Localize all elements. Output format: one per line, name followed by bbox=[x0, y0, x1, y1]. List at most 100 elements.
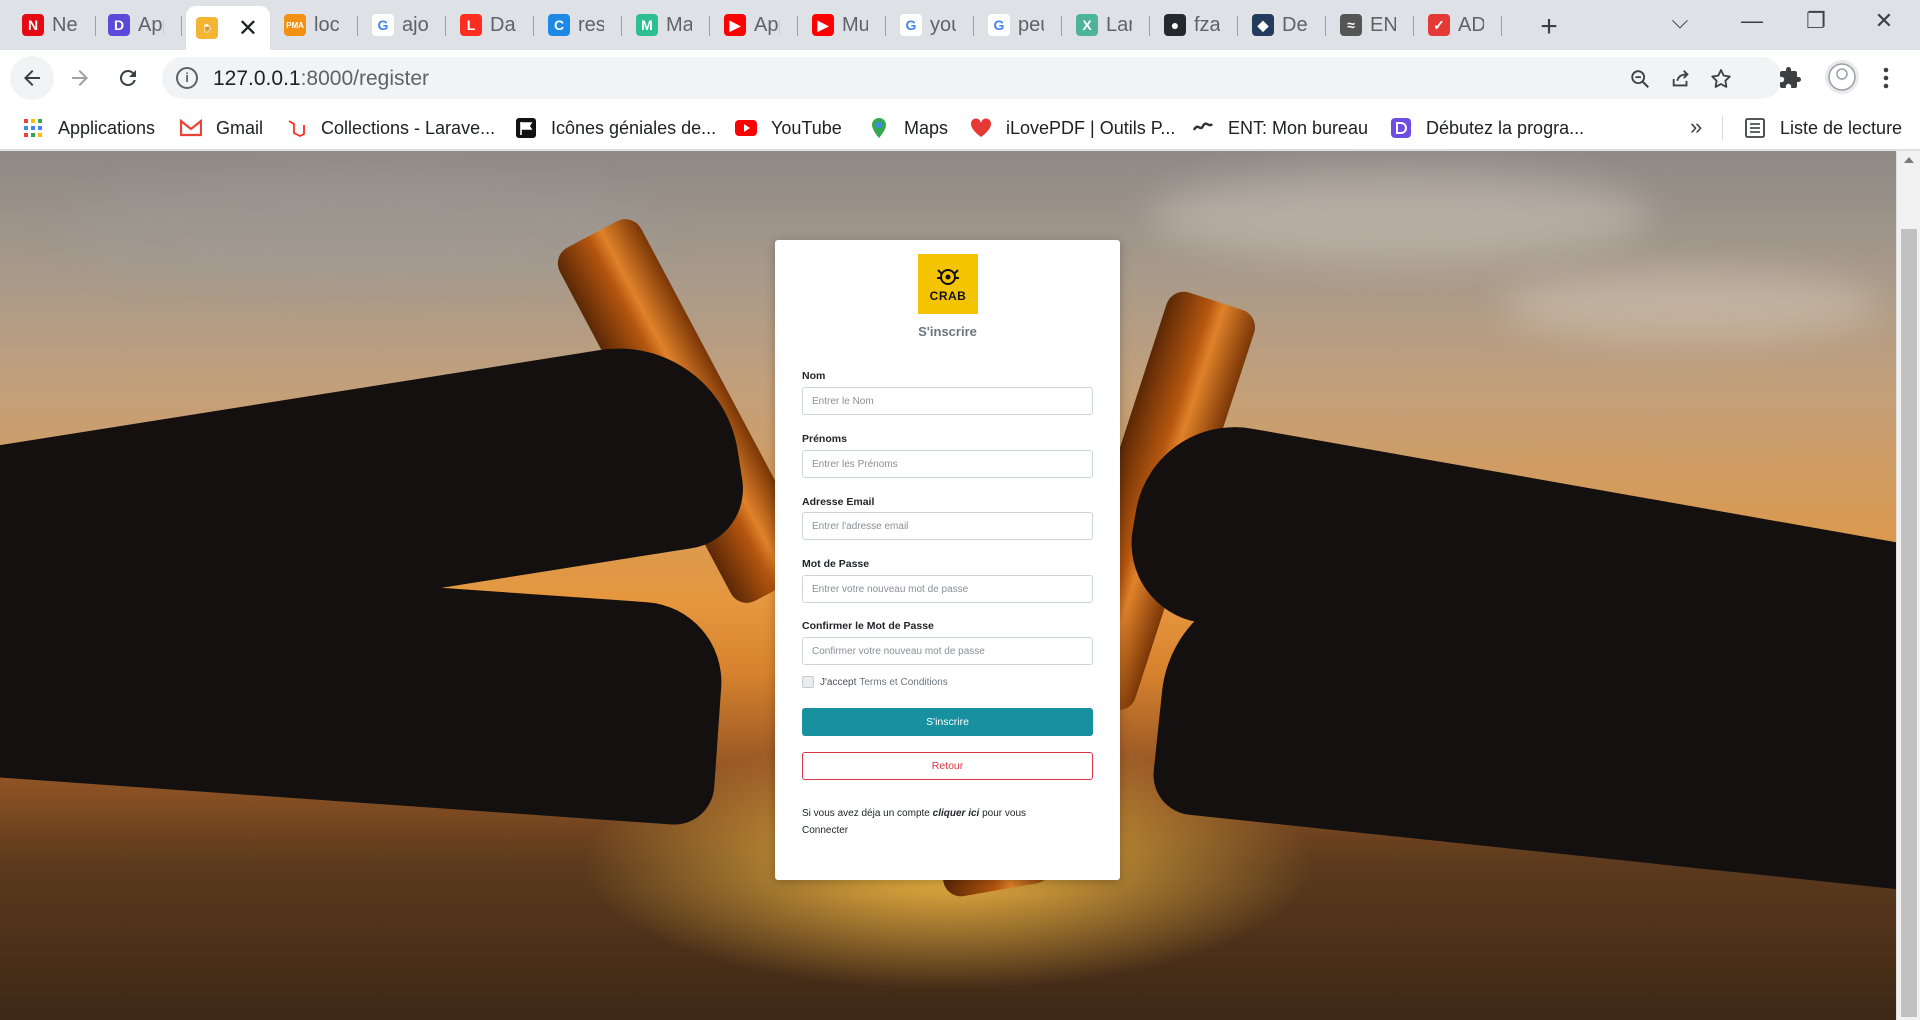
zoom-icon[interactable] bbox=[1627, 66, 1653, 92]
reading-list-icon bbox=[1744, 117, 1766, 139]
profile-avatar-icon[interactable] bbox=[1825, 60, 1859, 94]
nom-input[interactable] bbox=[802, 387, 1093, 415]
bookmark-star-icon[interactable] bbox=[1708, 66, 1734, 92]
bookmarks-divider bbox=[1722, 116, 1723, 140]
browser-tab[interactable]: N Netflix bbox=[12, 8, 96, 42]
bookmark-item[interactable]: iLovePDF | Outils P... bbox=[970, 115, 1175, 141]
browser-tab[interactable]: D Applications bbox=[98, 8, 182, 42]
tab-title: Database bbox=[490, 13, 516, 36]
site-info-icon[interactable]: i bbox=[176, 67, 198, 89]
browser-tab[interactable]: X Laravel bbox=[1066, 8, 1150, 42]
back-link-button[interactable]: Retour bbox=[802, 752, 1093, 780]
bookmark-item[interactable]: Débutez la progra... bbox=[1390, 115, 1584, 141]
login-link[interactable]: cliquer ici bbox=[933, 808, 980, 819]
bookmark-item[interactable]: Collections - Larave... bbox=[285, 115, 495, 141]
confirm-password-input[interactable] bbox=[802, 637, 1093, 665]
browser-tab[interactable]: ▶ App bbox=[714, 8, 798, 42]
bookmark-item[interactable]: Gmail bbox=[180, 115, 263, 141]
tab-separator bbox=[357, 16, 358, 36]
bookmark-label: Icônes géniales de... bbox=[551, 117, 717, 138]
tab-search-chevron-icon[interactable]: ⌵ bbox=[1660, 8, 1700, 34]
reload-icon bbox=[119, 69, 136, 86]
bookmark-label: YouTube bbox=[771, 117, 842, 138]
d-app-icon: D bbox=[108, 14, 130, 36]
tab-title: ADE bbox=[1458, 13, 1484, 36]
browser-tab[interactable]: Cresources bbox=[538, 8, 622, 42]
ilovepdf-heart-icon bbox=[970, 117, 992, 139]
tab-separator bbox=[95, 16, 96, 36]
tab-separator bbox=[1237, 16, 1238, 36]
bookmark-item[interactable]: Applications bbox=[22, 115, 155, 141]
browser-tab[interactable]: L Database bbox=[450, 8, 534, 42]
maps-pin-icon bbox=[868, 117, 890, 139]
scrollbar-thumb[interactable] bbox=[1901, 229, 1917, 1017]
prenoms-input[interactable] bbox=[802, 450, 1093, 478]
register-card: CRAB S'inscrire Nom Prénoms Adresse Emai… bbox=[775, 240, 1120, 880]
tab-separator bbox=[885, 16, 886, 36]
bookmarks-bar: » Liste de lecture Applications Gmail Coll… bbox=[0, 106, 1920, 150]
kebab-menu-icon[interactable] bbox=[1872, 64, 1900, 92]
close-window-icon[interactable]: ✕ bbox=[1864, 8, 1904, 34]
youtube-icon bbox=[735, 117, 757, 139]
cloud bbox=[1500, 271, 1880, 341]
terms-link[interactable]: Terms et Conditions bbox=[859, 677, 947, 688]
tab-title: ajouter bbox=[402, 13, 428, 36]
reload-button[interactable] bbox=[106, 56, 150, 100]
close-tab-icon[interactable]: ✕ bbox=[238, 14, 258, 43]
browser-tab[interactable]: Gpeut bbox=[978, 8, 1062, 42]
new-tab-button[interactable]: + bbox=[1534, 10, 1564, 44]
bookmark-label: Applications bbox=[58, 117, 156, 138]
browser-tab[interactable]: Gyoutube bbox=[890, 8, 974, 42]
page-background-image: CRAB S'inscrire Nom Prénoms Adresse Emai… bbox=[0, 151, 1896, 1020]
nom-label: Nom bbox=[802, 370, 826, 382]
bookmarks-overflow-button[interactable]: » bbox=[1690, 114, 1702, 140]
tab-separator bbox=[621, 16, 622, 36]
tab-separator bbox=[1325, 16, 1326, 36]
browser-tab[interactable]: ◆ Deezer bbox=[1242, 8, 1326, 42]
prenoms-label: Prénoms bbox=[802, 433, 847, 445]
browser-tab[interactable]: M Material bbox=[626, 8, 710, 42]
browser-tab[interactable]: ▶ Music bbox=[802, 8, 886, 42]
terms-checkbox[interactable] bbox=[802, 676, 814, 688]
cloud bbox=[1150, 171, 1650, 261]
tab-separator bbox=[181, 16, 182, 36]
address-bar[interactable]: i 127.0.0.1:8000/register bbox=[162, 57, 1782, 99]
terms-prefix: J'accept bbox=[820, 676, 857, 688]
browser-tab[interactable]: ✓ ADE bbox=[1418, 8, 1502, 42]
bookmark-label: Maps bbox=[904, 117, 949, 138]
register-title: S'inscrire bbox=[918, 324, 977, 339]
fontawesome-flag-icon bbox=[515, 117, 537, 139]
minimize-icon[interactable]: — bbox=[1732, 8, 1772, 34]
restore-icon[interactable]: ❐ bbox=[1796, 8, 1836, 34]
tab-title: App bbox=[754, 13, 780, 36]
browser-tab[interactable]: ● fzar bbox=[1154, 8, 1238, 42]
ent-icon bbox=[1192, 117, 1214, 139]
bookmark-label: Débutez la progra... bbox=[1426, 117, 1585, 138]
laravel-icon: L bbox=[460, 14, 482, 36]
gmail-icon bbox=[180, 117, 202, 139]
scroll-up-arrow-icon[interactable] bbox=[1904, 157, 1914, 163]
extensions-icon[interactable] bbox=[1776, 64, 1804, 92]
bookmark-item[interactable]: Icônes géniales de... bbox=[515, 115, 716, 141]
browser-tab[interactable]: ≈ ENT bbox=[1330, 8, 1414, 42]
forward-button[interactable] bbox=[58, 56, 102, 100]
password-input[interactable] bbox=[802, 575, 1093, 603]
bookmark-item[interactable]: ENT: Mon bureau bbox=[1192, 115, 1368, 141]
arrow-right-icon bbox=[72, 70, 88, 86]
bookmark-item[interactable]: Maps bbox=[868, 115, 948, 141]
url-text[interactable]: 127.0.0.1:8000/register bbox=[213, 67, 429, 91]
tab-title: youtube bbox=[930, 13, 956, 36]
browser-tab[interactable]: Gajouter bbox=[362, 8, 446, 42]
youtube-icon: ▶ bbox=[812, 14, 834, 36]
tab-separator bbox=[709, 16, 710, 36]
bookmark-item[interactable]: YouTube bbox=[735, 115, 842, 141]
browser-tab[interactable]: 🍺 ✕ bbox=[186, 6, 270, 50]
page-scrollbar[interactable] bbox=[1896, 151, 1920, 1020]
share-icon[interactable] bbox=[1668, 66, 1694, 92]
browser-tab[interactable]: PMA localhost bbox=[274, 8, 358, 42]
tab-separator bbox=[1413, 16, 1414, 36]
email-input[interactable] bbox=[802, 512, 1093, 540]
reading-list-button[interactable]: Liste de lecture bbox=[1744, 115, 1902, 141]
back-button[interactable] bbox=[10, 56, 54, 100]
register-submit-button[interactable]: S'inscrire bbox=[802, 708, 1093, 736]
